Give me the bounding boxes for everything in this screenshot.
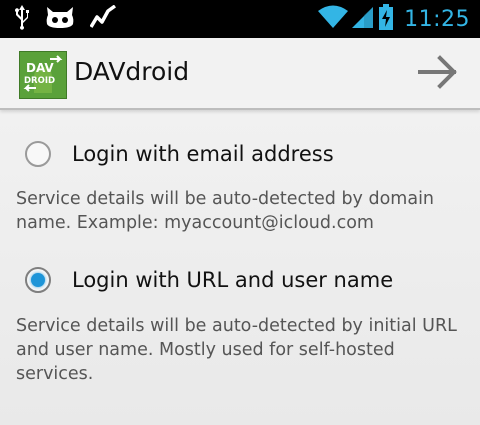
status-bar-time: 11:25 xyxy=(404,6,470,32)
login-email-option[interactable]: Login with email address xyxy=(10,136,334,172)
login-email-radio[interactable] xyxy=(25,141,51,167)
login-url-option[interactable]: Login with URL and user name xyxy=(10,262,393,298)
usb-icon xyxy=(14,4,30,34)
login-url-description: Service details will be auto-detected by… xyxy=(16,316,457,384)
action-bar: DAV DROID DAVdroid xyxy=(0,38,480,110)
wifi-icon xyxy=(318,5,349,33)
status-bar-system: 11:25 xyxy=(318,4,470,34)
cell-signal-icon xyxy=(352,5,374,33)
android-debug-icon xyxy=(44,5,76,33)
app-logo-text-top: DAV xyxy=(26,61,54,75)
login-url-radio[interactable] xyxy=(25,267,51,293)
login-email-label: Login with email address xyxy=(72,142,334,166)
status-bar-notifications xyxy=(14,4,117,34)
battery-charging-icon xyxy=(378,4,394,34)
arrow-right-icon xyxy=(418,55,458,93)
login-email-description: Service details will be auto-detected by… xyxy=(16,189,435,233)
login-url-label: Login with URL and user name xyxy=(72,268,394,292)
app-logo: DAV DROID xyxy=(19,51,67,99)
next-button[interactable] xyxy=(412,48,464,100)
app-logo-text-bottom: DROID xyxy=(24,76,55,86)
activity-graph-icon xyxy=(89,4,117,33)
status-bar: 11:25 xyxy=(0,0,480,38)
app-title: DAVdroid xyxy=(74,57,190,86)
